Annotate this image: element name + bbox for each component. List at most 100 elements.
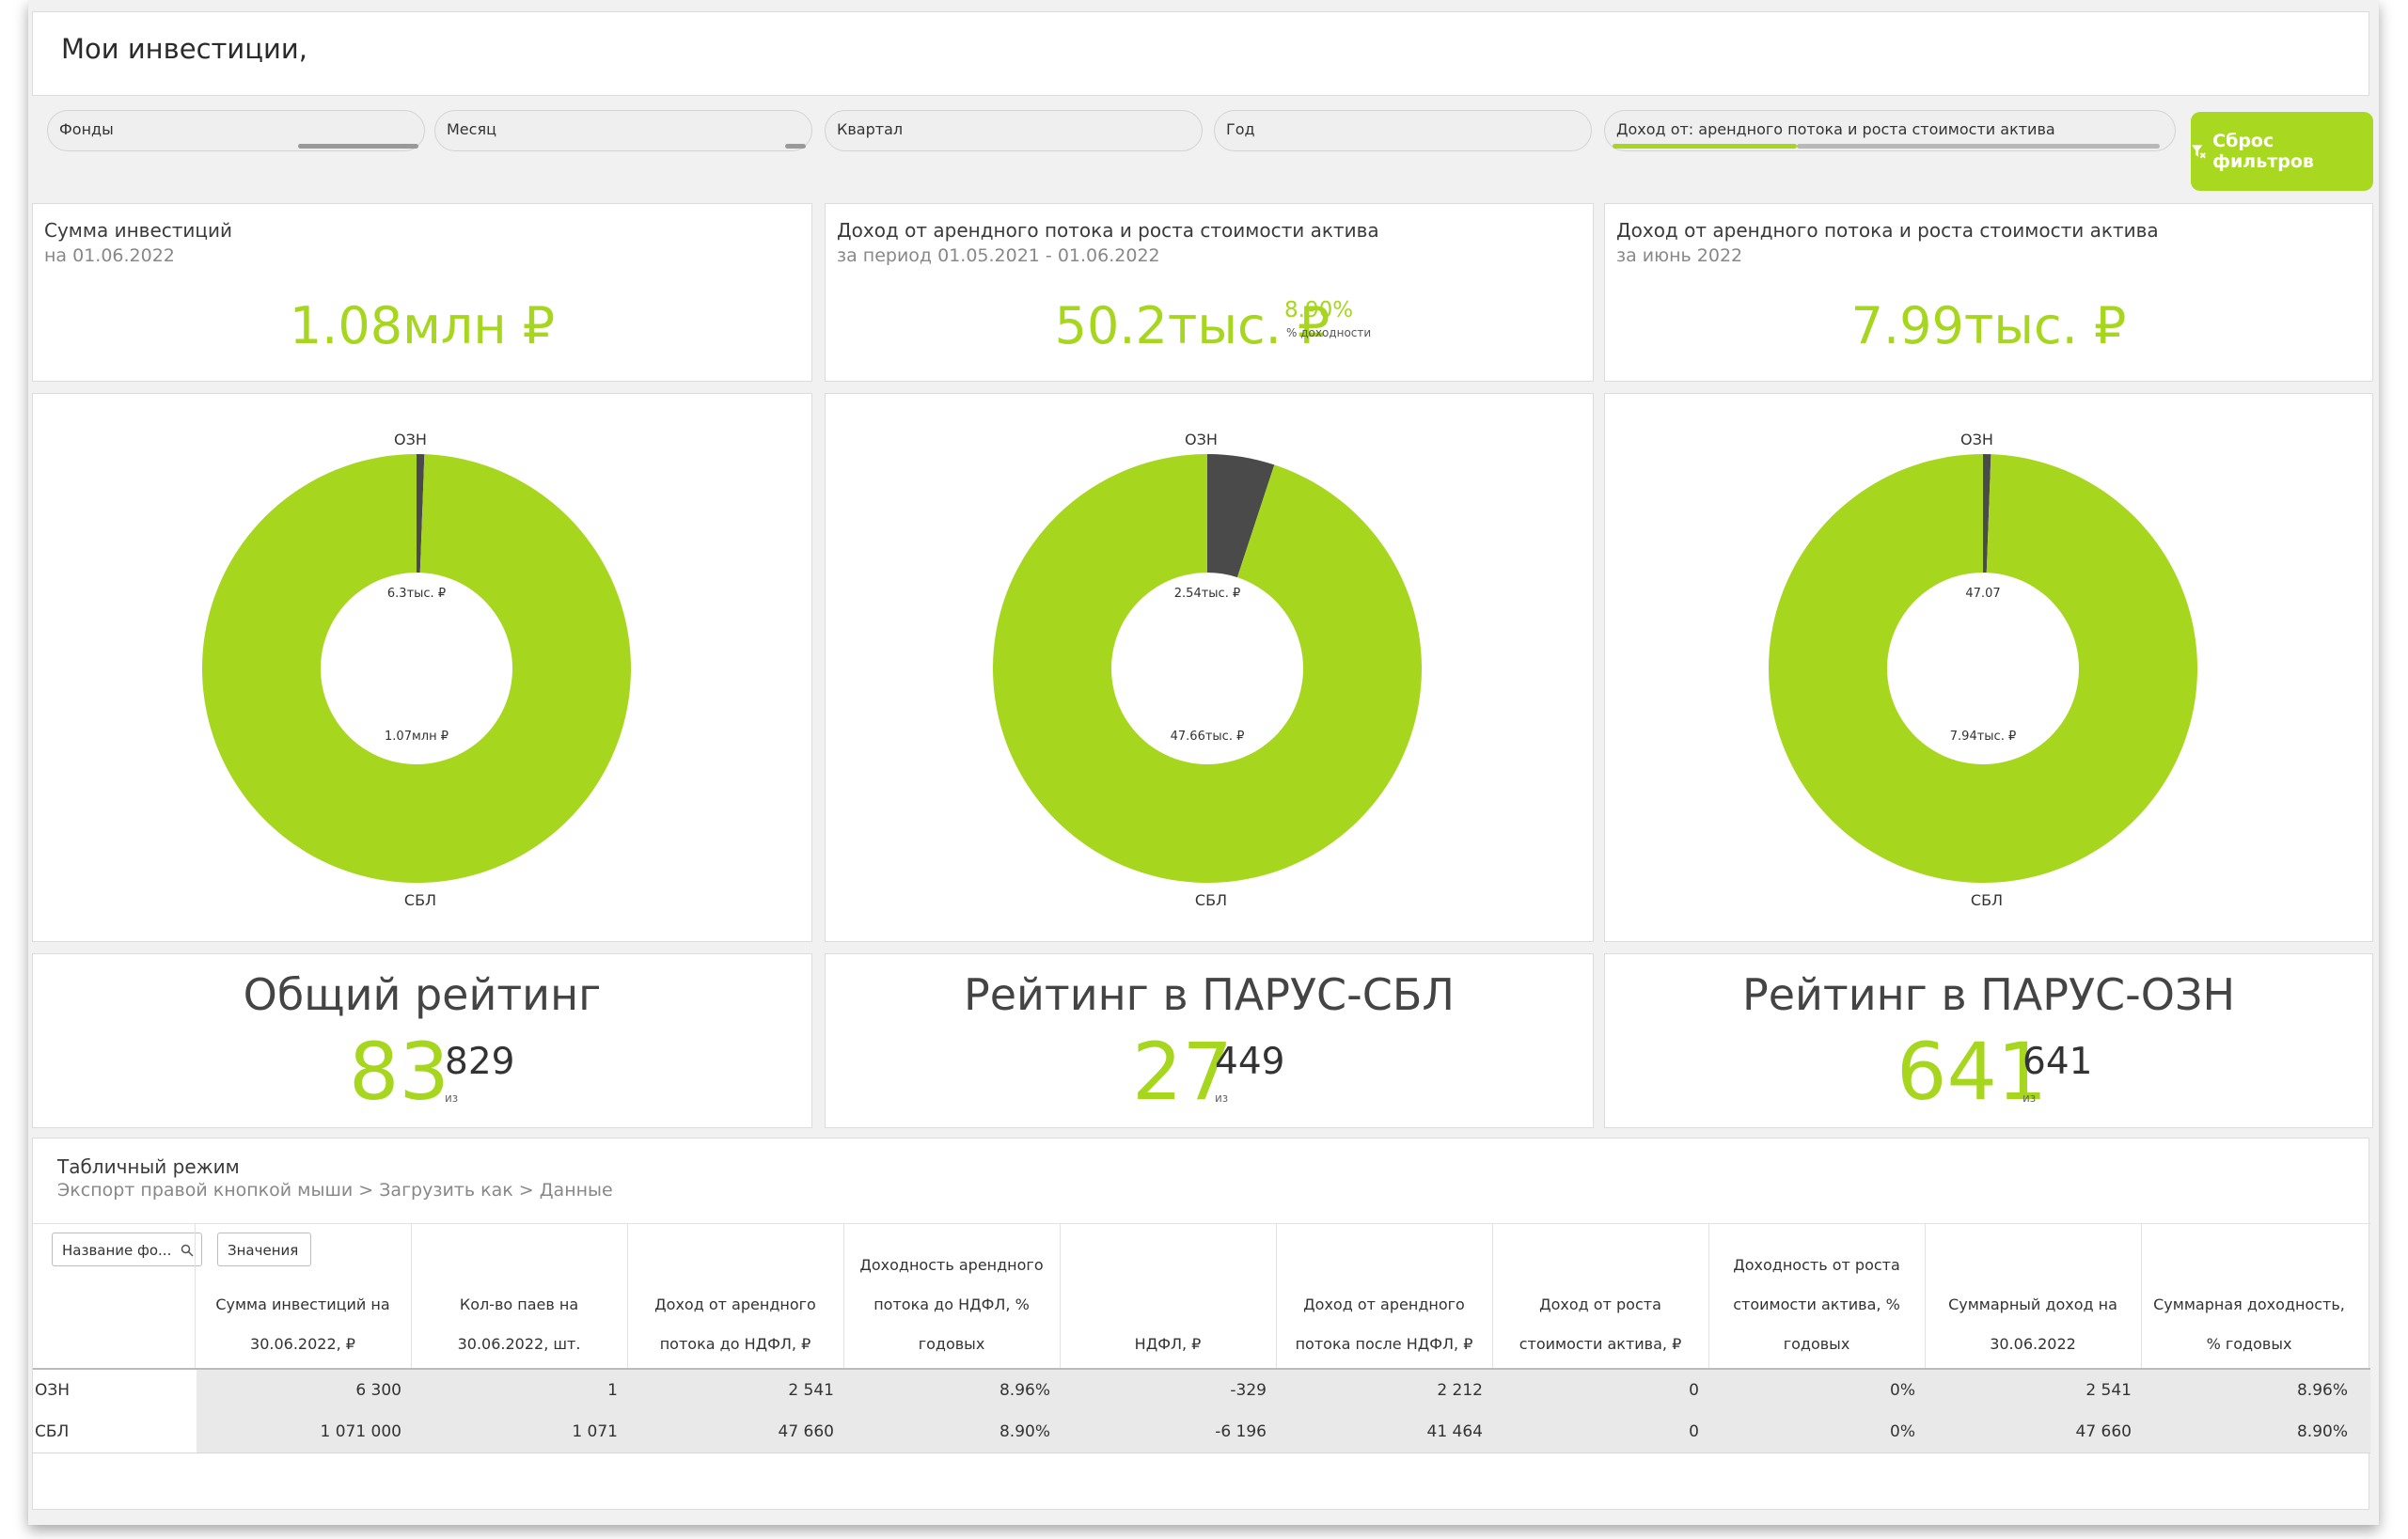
filter-scrollbar[interactable] <box>785 144 806 149</box>
filter-selected-indicator <box>1613 144 1797 149</box>
filter-quarter[interactable]: Квартал <box>825 110 1203 151</box>
title-bar: Мои инвестиции, <box>32 11 2369 96</box>
kpi-yield-percent: 8.90% <box>1284 298 1354 322</box>
donut-card-investments: ОЗН СБЛ 6.3тыс. ₽ 1.07млн ₽ <box>32 393 812 942</box>
rating-of-label: из <box>445 1091 459 1105</box>
table-cell: -329 <box>1230 1381 1267 1400</box>
table-subtitle: Экспорт правой кнопкой мыши > Загрузить … <box>57 1180 613 1201</box>
values-chip[interactable]: Значения <box>217 1233 311 1266</box>
table-row[interactable]: ОЗН 6 300 1 2 541 8.96% -329 2 212 0 0% 2 541 8.96… <box>33 1370 2370 1412</box>
column-divider <box>1492 1223 1493 1368</box>
column-header-line: потока после НДФЛ, ₽ <box>1295 1335 1473 1353</box>
filter-scrollbar[interactable] <box>1797 144 2160 149</box>
fund-name-chip-label: Название фо... <box>62 1242 172 1259</box>
table-cell: 47 660 <box>778 1422 834 1441</box>
filter-month[interactable]: Месяц <box>434 110 812 151</box>
filter-label: Месяц <box>447 120 496 138</box>
rating-total: 641 <box>2022 1041 2093 1083</box>
donut-card-income-month: ОЗН СБЛ 47.07 7.94тыс. ₽ <box>1604 393 2373 942</box>
column-header[interactable]: Кол-во паев на 30.06.2022, шт. <box>411 1285 627 1364</box>
column-divider <box>1060 1223 1061 1368</box>
row-name: ОЗН <box>33 1370 197 1411</box>
category-label: ОЗН <box>1185 431 1218 448</box>
rating-value: 83 <box>349 1026 449 1118</box>
donut-chart-income-period: ОЗН СБЛ 2.54тыс. ₽ 47.66тыс. ₽ <box>993 431 1422 909</box>
table-cell: 8.96% <box>999 1381 1050 1400</box>
filter-funds[interactable]: Фонды <box>47 110 425 151</box>
column-header-line: Доход от арендного <box>1303 1296 1465 1313</box>
table-cell: 1 071 <box>572 1422 618 1441</box>
table-cell: 2 541 <box>788 1381 834 1400</box>
kpi-title: Доход от арендного потока и роста стоимо… <box>837 219 1379 242</box>
table-panel: Табличный режим Экспорт правой кнопкой м… <box>32 1138 2370 1510</box>
column-header[interactable]: Доходность арендного потока до НДФЛ, % год… <box>843 1246 1060 1364</box>
column-header[interactable]: Суммарный доход на 30.06.2022 <box>1925 1285 2141 1364</box>
column-header-line: 30.06.2022, ₽ <box>250 1335 355 1353</box>
table-cell: 8.96% <box>2296 1381 2348 1400</box>
column-divider <box>411 1223 412 1368</box>
filter-year[interactable]: Год <box>1214 110 1592 151</box>
category-label: СБЛ <box>1971 891 2003 909</box>
column-divider <box>843 1223 844 1368</box>
filter-scrollbar[interactable] <box>298 144 418 149</box>
column-header-line: 30.06.2022, шт. <box>457 1335 581 1353</box>
kpi-value: 1.08млн ₽ <box>289 296 556 355</box>
column-header[interactable]: Доход от роста стоимости актива, ₽ <box>1492 1285 1708 1364</box>
column-header-line: стоимости актива, % <box>1733 1296 1900 1313</box>
table-cell: 8.90% <box>2296 1422 2348 1441</box>
kpi-value: 50.2тыс. ₽ <box>1054 296 1330 355</box>
filter-label: Доход от: арендного потока и роста стоим… <box>1616 120 2055 138</box>
kpi-subtitle: на 01.06.2022 <box>44 245 175 266</box>
column-header[interactable]: Доход от арендного потока после НДФЛ, ₽ <box>1276 1285 1492 1364</box>
category-label: СБЛ <box>1195 891 1227 909</box>
column-header-line: потока до НДФЛ, ₽ <box>659 1335 811 1353</box>
filter-label: Квартал <box>837 120 904 138</box>
table-cell: 2 541 <box>2085 1381 2132 1400</box>
category-label: ОЗН <box>394 431 427 448</box>
column-header-line: Доход от роста <box>1539 1296 1661 1313</box>
category-label: СБЛ <box>404 891 436 909</box>
category-label: ОЗН <box>1960 431 1993 448</box>
rating-of-label: из <box>2022 1091 2037 1105</box>
column-divider <box>2141 1223 2142 1368</box>
column-header-line: Суммарная доходность, <box>2153 1296 2345 1313</box>
fund-name-header-chip[interactable]: Название фо... <box>52 1233 202 1266</box>
column-divider <box>627 1223 628 1368</box>
column-header[interactable]: Доход от арендного потока до НДФЛ, ₽ <box>627 1285 843 1364</box>
kpi-card-income-month: Доход от арендного потока и роста стоимо… <box>1604 203 2373 382</box>
column-divider <box>195 1223 196 1368</box>
table-cell: -6 196 <box>1215 1422 1267 1441</box>
reset-filters-button[interactable]: Сброс фильтров <box>2191 112 2373 191</box>
value-label: 7.94тыс. ₽ <box>1950 730 2016 744</box>
table-cell: 1 071 000 <box>320 1422 401 1441</box>
row-name: СБЛ <box>33 1411 197 1453</box>
column-header-line: 30.06.2022 <box>1990 1335 2076 1353</box>
filter-label: Год <box>1226 120 1255 138</box>
kpi-yield-label: % доходности <box>1286 326 1372 339</box>
table-cell: 6 300 <box>355 1381 401 1400</box>
column-divider <box>1708 1223 1709 1368</box>
rating-total: 449 <box>1215 1041 1285 1083</box>
value-label: 47.07 <box>1965 587 2000 601</box>
value-label: 47.66тыс. ₽ <box>1171 730 1245 744</box>
table-cell: 0 <box>1689 1422 1699 1441</box>
column-header[interactable]: Суммарная доходность, % годовых <box>2141 1285 2357 1364</box>
filter-income-type[interactable]: Доход от: арендного потока и роста стоим… <box>1604 110 2176 151</box>
kpi-subtitle: за июнь 2022 <box>1616 245 1743 266</box>
kpi-value: 7.99тыс. ₽ <box>1850 296 2127 355</box>
column-header-line: годовых <box>918 1335 985 1353</box>
divider <box>33 1223 2370 1224</box>
column-header[interactable]: НДФЛ, ₽ <box>1060 1325 1276 1364</box>
table-cell: 47 660 <box>2075 1422 2132 1441</box>
kpi-title: Доход от арендного потока и роста стоимо… <box>1616 219 2159 242</box>
rating-title: Общий рейтинг <box>243 969 602 1020</box>
column-header[interactable]: Сумма инвестиций на 30.06.2022, ₽ <box>195 1285 411 1364</box>
table-cell: 2 212 <box>1437 1381 1483 1400</box>
column-header[interactable]: Доходность от роста стоимости актива, % го… <box>1708 1246 1925 1364</box>
table-row[interactable]: СБЛ 1 071 000 1 071 47 660 8.90% -6 196 41 464… <box>33 1411 2370 1453</box>
rating-of-label: из <box>1215 1091 1229 1105</box>
column-header-line: Доход от арендного <box>654 1296 816 1313</box>
table-cell: 0% <box>1890 1381 1915 1400</box>
page-title: Мои инвестиции, <box>61 33 307 65</box>
table-cell: 0 <box>1689 1381 1699 1400</box>
